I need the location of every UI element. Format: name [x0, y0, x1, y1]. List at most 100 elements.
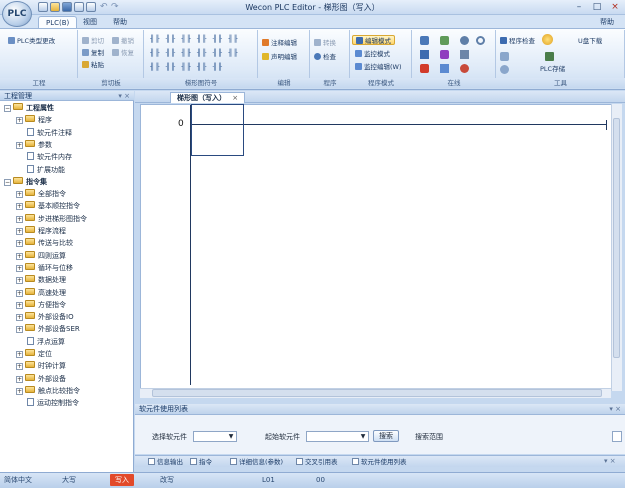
expand-icon[interactable]: + [16, 203, 23, 211]
tree-item[interactable]: 软元件注释 [16, 127, 72, 139]
expand-icon[interactable]: + [16, 351, 23, 358]
output-tab[interactable]: 指令 [190, 457, 212, 467]
output-tab[interactable]: 信息输出 [148, 457, 183, 467]
output-tab[interactable]: 软元件使用列表 [352, 457, 407, 467]
expand-icon[interactable]: + [16, 141, 23, 149]
expand-icon[interactable]: + [16, 240, 23, 248]
convert-button[interactable]: 转换 [314, 38, 336, 48]
plc-type-change-button[interactable]: PLC类型更改 [8, 36, 55, 46]
output-tab[interactable]: 详细信息(参数) [230, 457, 283, 467]
vertical-scroll-thumb[interactable] [613, 118, 620, 358]
undo-button[interactable]: 撤销 [112, 36, 134, 46]
expand-icon[interactable]: + [16, 252, 23, 260]
minimize-button[interactable]: – [570, 1, 588, 13]
plc-storage-button[interactable]: PLC存储 [540, 64, 565, 74]
tree-item[interactable]: + 外部设备IO [16, 312, 74, 323]
tool-icon[interactable] [500, 52, 509, 61]
collapse-icon[interactable]: − [4, 178, 11, 186]
expand-icon[interactable]: + [16, 264, 23, 272]
tree-item[interactable]: + 循环与位移 [16, 262, 73, 274]
expand-icon[interactable]: + [16, 314, 23, 322]
tree-item[interactable]: + 时钟计算 [16, 361, 66, 372]
check-button[interactable]: 检查 [314, 52, 336, 62]
expand-icon[interactable]: + [16, 228, 23, 235]
maximize-button[interactable]: □ [588, 1, 606, 13]
stop-icon[interactable] [420, 64, 429, 73]
tree-item[interactable]: + 定位 [16, 349, 52, 360]
tree-item[interactable]: + 传送与比较 [16, 238, 73, 249]
help-link[interactable]: 帮助 [593, 16, 621, 28]
tree-item[interactable]: + 高速处理 [16, 287, 66, 299]
redo-button[interactable]: 恢复 [112, 48, 134, 58]
comment-edit-button[interactable]: 注释编辑 [262, 38, 297, 48]
app-menu-button[interactable]: PLC [2, 1, 32, 27]
statement-edit-button[interactable]: 声明编辑 [262, 52, 297, 62]
cut-button[interactable]: 剪切 [82, 36, 104, 46]
expand-icon[interactable]: + [16, 289, 23, 297]
tree-item[interactable]: 浮点运算 [16, 336, 65, 348]
panel-close-icon[interactable]: ▾ × [118, 91, 130, 101]
program-check-button[interactable]: 程序检查 [500, 36, 535, 46]
read-plc-icon[interactable] [420, 36, 429, 45]
plc-storage-icon[interactable] [545, 52, 554, 61]
tree-item[interactable]: + 外部设备 [16, 373, 66, 385]
ladder-symbols-row-2[interactable]: ╢╟ ╢╟ ╢╟ ╢╟ ╢╟ ╢╟ [150, 49, 239, 57]
panel-close-icon[interactable]: ▾ × [609, 404, 621, 415]
panel-close-icon[interactable]: ▾ × [604, 457, 616, 465]
tree-item[interactable]: + 基本顺控指令 [16, 201, 80, 212]
tree-item[interactable]: + 全部指令 [16, 189, 66, 200]
ladder-symbols-row-1[interactable]: ╢╟ ╢╟ ╢╟ ╢╟ ╢╟ ╢╟ [150, 35, 239, 43]
search-button[interactable]: 搜索 [373, 430, 399, 442]
output-tab[interactable]: 交叉引用表 [296, 457, 338, 467]
tree-item[interactable]: 软元件内存 [16, 152, 72, 163]
tree-item[interactable]: + 程序 [16, 115, 52, 126]
close-tab-icon[interactable]: × [232, 94, 238, 102]
tab-view[interactable]: 视图 [76, 16, 104, 28]
ladder-symbols-row-3[interactable]: ╢╟ ╢╟ ╢╟ ╢╟ ╢╟ [150, 63, 223, 71]
expand-icon[interactable]: + [16, 375, 23, 383]
expand-icon[interactable]: + [16, 117, 23, 125]
tree-item[interactable]: + 步进梯形图指令 [16, 213, 87, 225]
monitor-edit-button[interactable]: 监控编辑(W) [355, 62, 402, 72]
close-button[interactable]: × [606, 1, 624, 13]
monitor-start-icon[interactable] [440, 64, 449, 73]
tree-item[interactable]: − 指令集 [4, 176, 47, 188]
tree-item[interactable]: + 参数 [16, 139, 52, 151]
expand-icon[interactable]: + [16, 191, 23, 199]
expand-icon[interactable]: + [16, 387, 23, 395]
usb-download-button[interactable]: U盘下载 [578, 36, 602, 46]
tree-item[interactable]: 运动控制指令 [16, 398, 79, 409]
tree-item[interactable]: + 触点比较指令 [16, 385, 80, 397]
tree-item[interactable]: − 工程属性 [4, 103, 54, 114]
search-range-box[interactable] [612, 431, 622, 442]
tree-item[interactable]: + 外部设备SER [16, 324, 80, 335]
clock-icon[interactable] [476, 36, 485, 45]
expand-icon[interactable]: + [16, 215, 23, 223]
select-device-combo[interactable]: ▼ [193, 431, 237, 442]
start-device-combo[interactable]: ▼ [306, 431, 369, 442]
tree-item[interactable]: + 数据处理 [16, 275, 66, 286]
collapse-icon[interactable]: − [4, 105, 11, 112]
write-plc-icon[interactable] [440, 36, 449, 45]
edit-mode-button[interactable]: 编辑模式 [352, 35, 395, 45]
expand-icon[interactable]: + [16, 277, 23, 285]
expand-icon[interactable]: + [16, 326, 23, 334]
tree-item[interactable]: + 四则运算 [16, 250, 66, 262]
verify-icon[interactable] [460, 36, 469, 45]
tab-plc[interactable]: PLC(B) [38, 16, 78, 28]
expand-icon[interactable]: + [16, 363, 23, 371]
monitor-mode-button[interactable]: 监控模式 [355, 49, 390, 59]
paste-button[interactable]: 粘贴 [82, 60, 104, 70]
horizontal-scroll-thumb[interactable] [152, 389, 602, 397]
settings-icon[interactable] [500, 65, 509, 74]
tab-ladder-write[interactable]: 梯形图（写入） × [170, 92, 246, 103]
download-icon[interactable] [420, 50, 429, 59]
expand-icon[interactable]: + [16, 301, 23, 309]
tree-item[interactable]: + 程序流程 [16, 226, 66, 237]
copy-button[interactable]: 复制 [82, 48, 104, 58]
tree-item[interactable]: + 方便指令 [16, 299, 66, 311]
tree-item[interactable]: 扩展功能 [16, 164, 65, 176]
reset-icon[interactable] [460, 64, 469, 73]
link-icon[interactable] [460, 50, 469, 59]
tab-help[interactable]: 帮助 [106, 16, 134, 28]
